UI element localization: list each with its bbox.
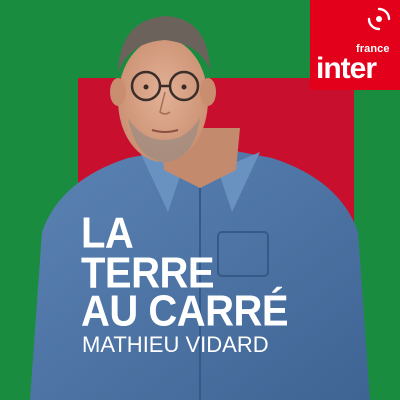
radio-france-logo-icon <box>367 7 391 31</box>
show-title-line-3: AU CARRÉ <box>81 287 289 336</box>
brand-inter-text: inter <box>316 52 377 85</box>
host-name: MATHIEU VIDARD <box>82 332 269 357</box>
show-title-line-1: LA <box>81 209 134 258</box>
podcast-cover: france inter LA TERRE AU CARRÉ MATHIEU V… <box>0 0 400 400</box>
